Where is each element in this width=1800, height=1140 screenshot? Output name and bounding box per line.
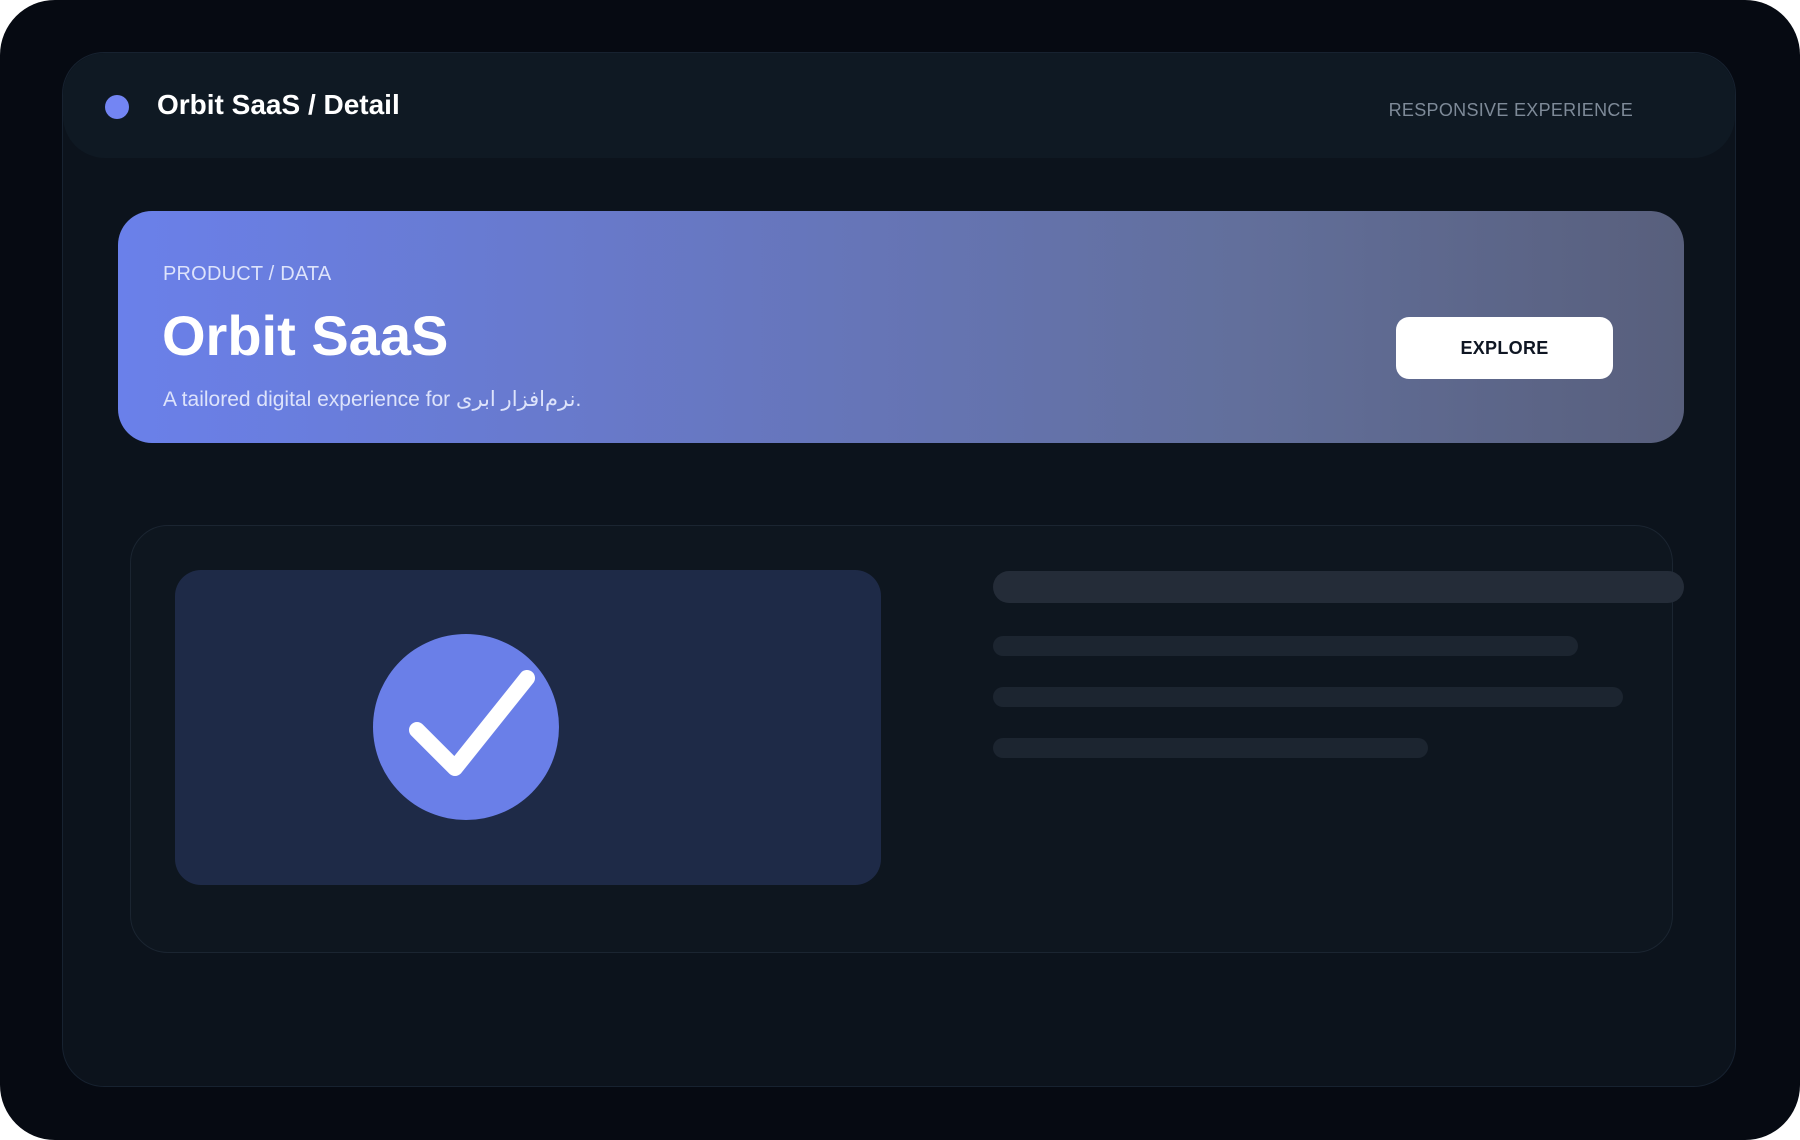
explore-button[interactable]: EXPLORE bbox=[1396, 317, 1613, 379]
status-dot-icon bbox=[105, 95, 129, 119]
responsive-tag: RESPONSIVE EXPERIENCE bbox=[1388, 100, 1633, 120]
hero-subtitle: A tailored digital experience for نرم‌اف… bbox=[163, 388, 582, 411]
device-frame: Orbit SaaS / Detail RESPONSIVE EXPERIENC… bbox=[0, 0, 1800, 1140]
checkmark-icon bbox=[373, 634, 559, 820]
content-card bbox=[130, 525, 1684, 953]
hero-banner: PRODUCT / DATA Orbit SaaS A tailored dig… bbox=[118, 211, 1684, 443]
app-title: Orbit SaaS / Detail bbox=[157, 89, 400, 120]
skeleton-line-placeholder bbox=[993, 738, 1428, 758]
skeleton-title-placeholder bbox=[993, 571, 1684, 603]
checkmark-svg bbox=[409, 670, 535, 776]
app-window: Orbit SaaS / Detail RESPONSIVE EXPERIENC… bbox=[62, 52, 1736, 1087]
top-bar: Orbit SaaS / Detail RESPONSIVE EXPERIENC… bbox=[63, 53, 1735, 158]
hero-eyebrow: PRODUCT / DATA bbox=[163, 263, 332, 285]
media-panel bbox=[175, 570, 881, 885]
skeleton-line-placeholder bbox=[993, 687, 1623, 707]
hero-title: Orbit SaaS bbox=[162, 304, 449, 367]
skeleton-line-placeholder bbox=[993, 636, 1578, 656]
